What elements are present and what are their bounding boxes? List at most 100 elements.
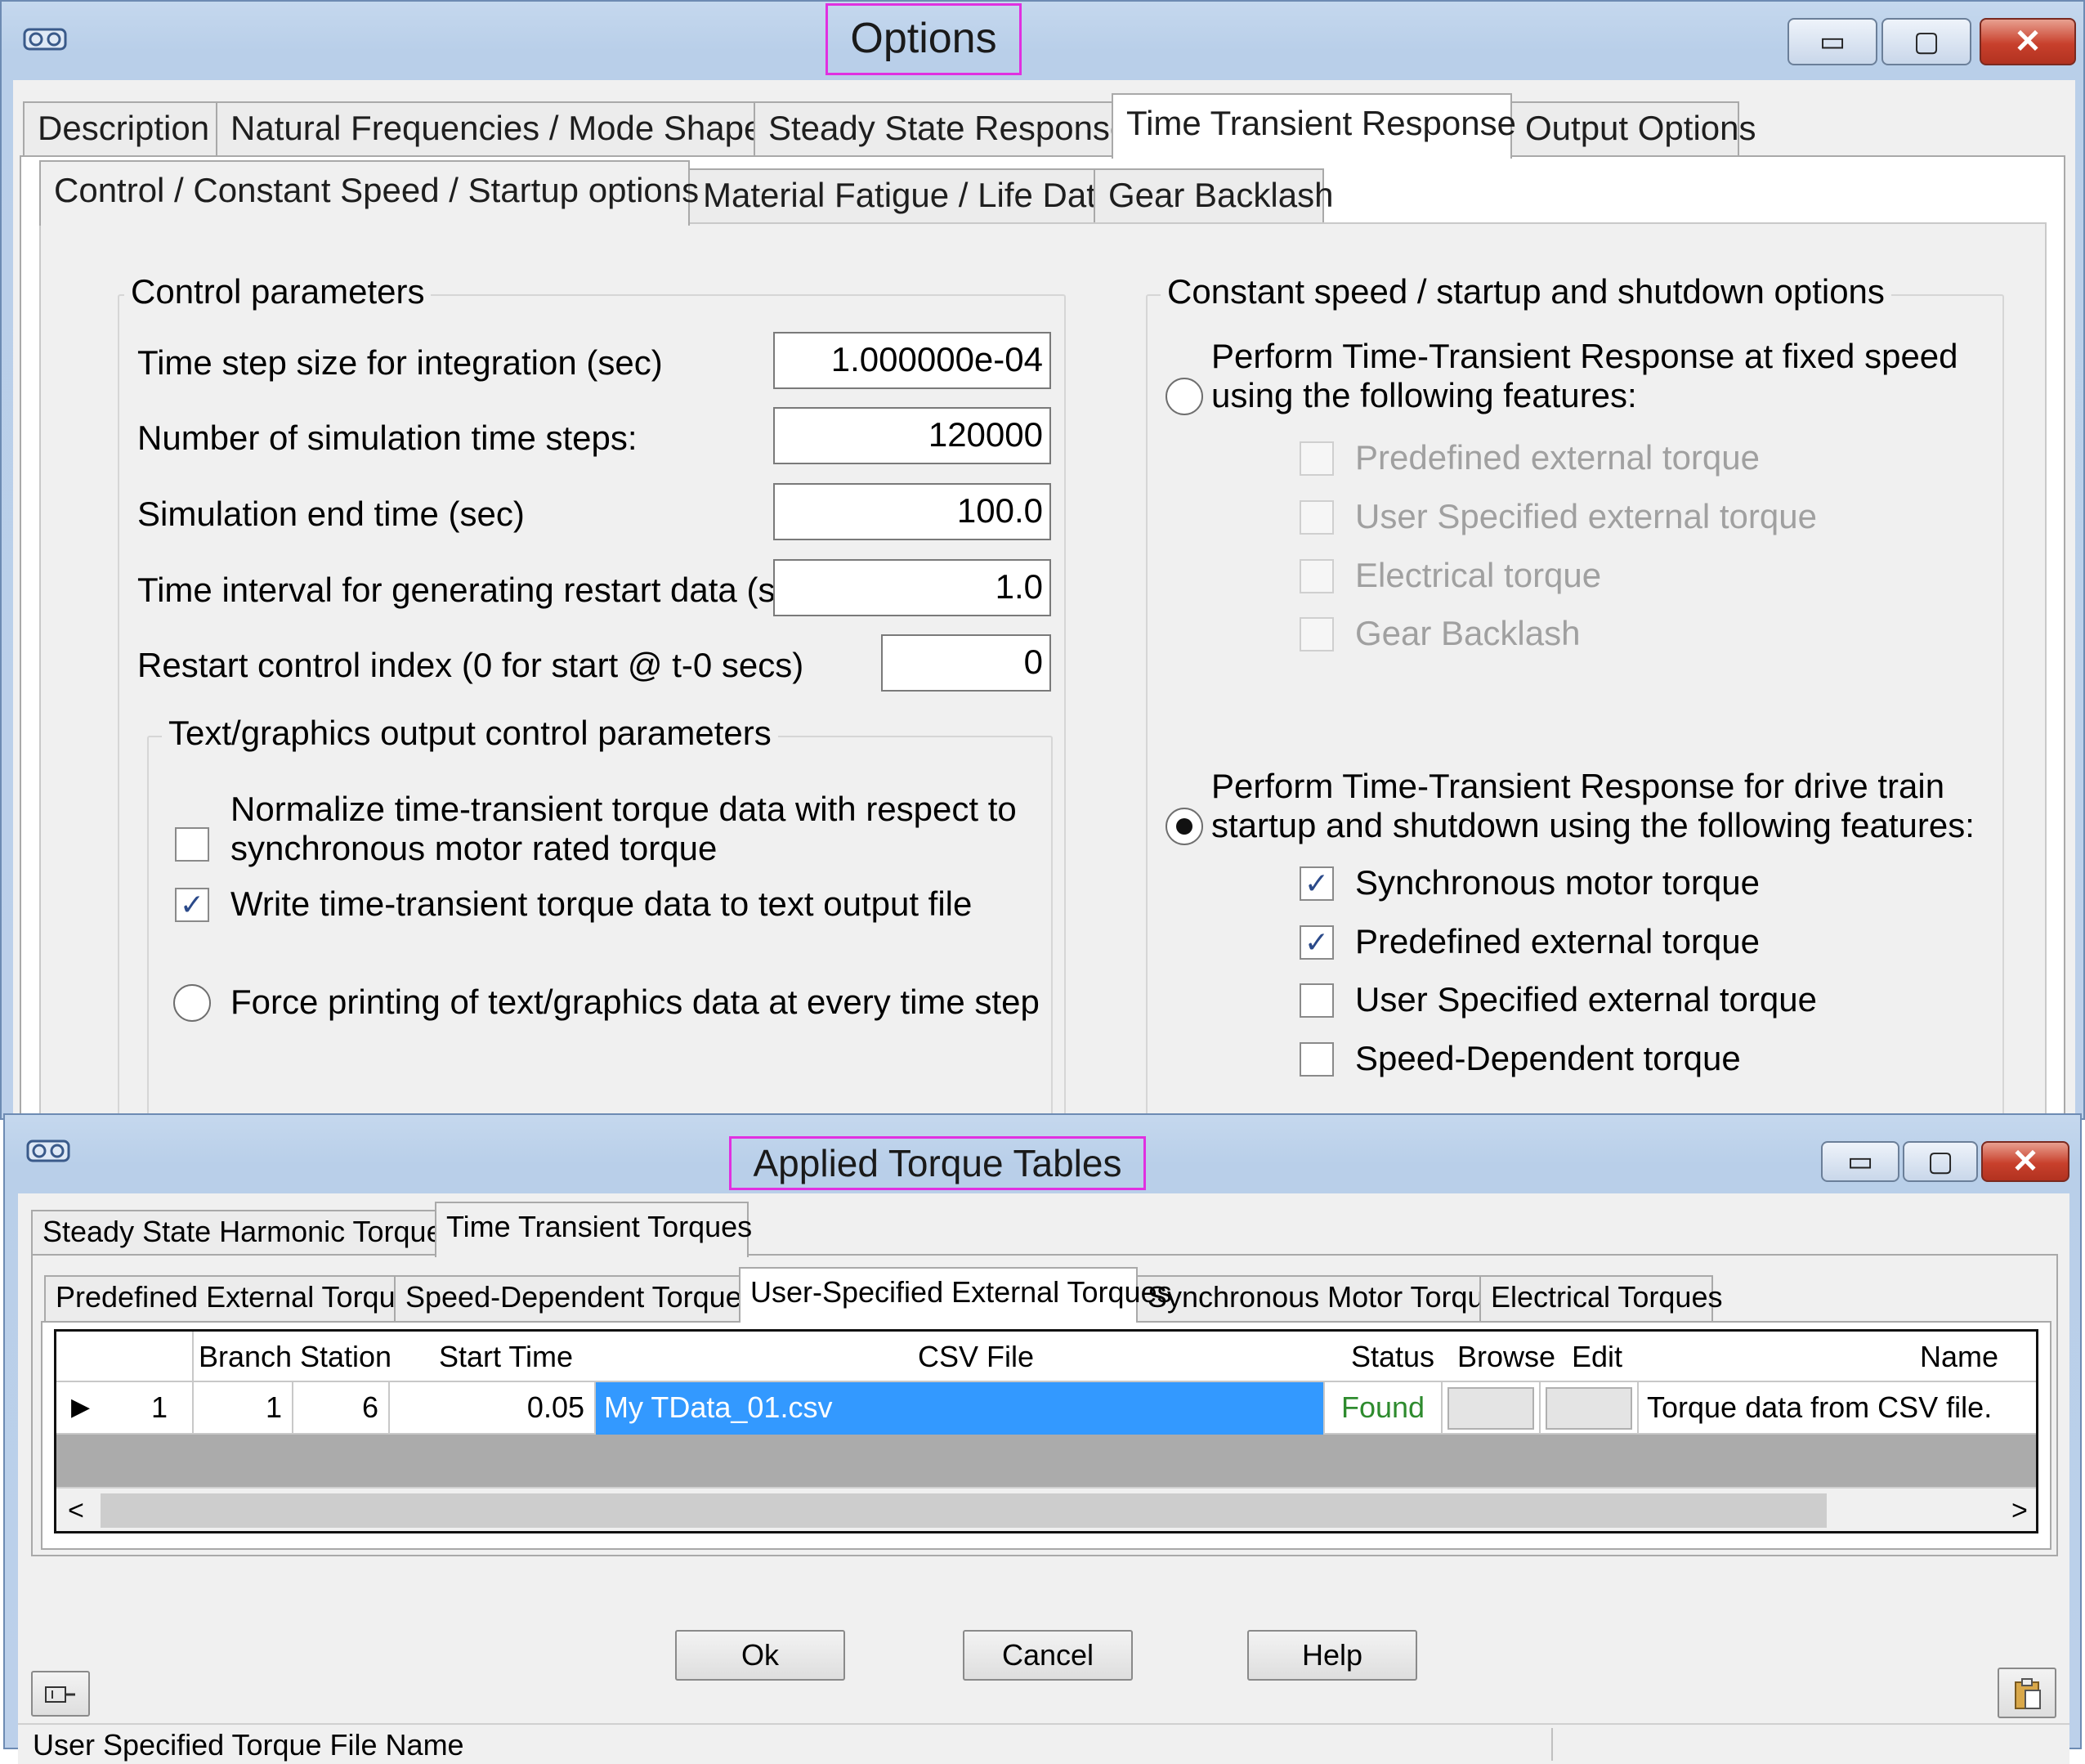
close-button[interactable]: ✕ [1980,18,2076,65]
scroll-right-icon[interactable]: > [2011,1495,2028,1527]
col-station[interactable]: Station [300,1332,391,1382]
tab-steady-state-harmonic[interactable]: Steady State Harmonic Torques [31,1210,458,1256]
col-csv-file[interactable]: CSV File [918,1332,1034,1382]
minimize-button[interactable]: ▭ [1787,18,1877,65]
table-row[interactable]: ▶ 1 1 6 0.05 My TData_01.csv Found Torqu… [56,1382,2036,1435]
subtab-electrical[interactable]: Electrical Torques [1479,1275,1722,1321]
startup-label-1: Perform Time-Transient Response for driv… [1211,767,1945,805]
cancel-button[interactable]: Cancel [963,1630,1133,1681]
fixed-electrical-label: Electrical torque [1355,556,1602,594]
ok-button[interactable]: Ok [675,1630,845,1681]
maximize-button[interactable]: ▢ [1881,18,1971,65]
num-steps-label: Number of simulation time steps: [137,419,638,457]
browse-cell [1443,1382,1541,1435]
torque-grid[interactable]: Branch Station Start Time CSV File Statu… [54,1329,2038,1533]
col-status[interactable]: Status [1351,1332,1434,1382]
restart-index-label: Restart control index (0 for start @ t-0… [137,646,804,684]
force-printing-radio[interactable] [173,984,211,1022]
scroll-left-icon[interactable]: < [68,1495,84,1527]
minimize-button[interactable]: ▭ [1821,1141,1899,1182]
col-edit[interactable]: Edit [1572,1332,1622,1382]
subtab-gear-backlash[interactable]: Gear Backlash [1094,168,1333,222]
window-title: Options [825,3,1022,75]
user-specified-subpanel: Branch Station Start Time CSV File Statu… [41,1321,2051,1550]
time-transient-panel: Control / Constant Speed / Startup optio… [20,155,2065,1128]
browse-button[interactable] [1447,1387,1534,1430]
fixed-gear-backlash-label: Gear Backlash [1355,614,1581,652]
paste-button[interactable] [1998,1668,2056,1718]
startup-label-2: startup and shutdown using the following… [1211,806,1975,844]
time-step-input[interactable]: 1.000000e-04 [773,332,1051,389]
help-button[interactable]: Help [1247,1630,1417,1681]
predefined-torque-checkbox[interactable]: ✓ [1300,925,1334,960]
restart-interval-label: Time interval for generating restart dat… [137,571,823,609]
close-icon: ✕ [2011,1144,2039,1180]
app-gear-icon [23,1135,74,1167]
edit-button[interactable] [1546,1387,1632,1430]
fixed-electrical-checkbox[interactable] [1300,559,1334,593]
tab-natural-frequencies[interactable]: Natural Frequencies / Mode Shapes [216,101,780,155]
app-gear-icon [20,23,70,56]
write-text-label: Write time-transient torque data to text… [230,884,973,923]
torque-window: Applied Torque Tables ▭ ▢ ✕ Steady State… [3,1113,2082,1764]
fixed-speed-radio[interactable] [1166,378,1203,415]
col-name[interactable]: Name [1920,1332,1998,1382]
tab-output-options[interactable]: Output Options [1510,101,1756,155]
horizontal-scrollbar[interactable]: < > [56,1487,2036,1531]
fixed-user-specified-checkbox[interactable] [1300,500,1334,535]
branch-cell[interactable]: 1 [194,1382,293,1435]
name-cell[interactable]: Torque data from CSV file. [1639,1382,2036,1435]
write-text-checkbox[interactable]: ✓ [175,888,209,922]
force-printing-label: Force printing of text/graphics data at … [230,983,1040,1021]
sync-motor-checkbox[interactable]: ✓ [1300,866,1334,901]
window-title: Applied Torque Tables [729,1136,1146,1190]
speed-dependent-label: Speed-Dependent torque [1355,1039,1741,1077]
scroll-thumb[interactable] [101,1493,1827,1528]
minimize-icon: ▭ [1846,1146,1874,1177]
fixed-speed-label-2: using the following features: [1211,376,1637,414]
col-browse[interactable]: Browse [1457,1332,1555,1382]
fixed-user-specified-label: User Specified external torque [1355,497,1817,535]
status-cell: Found [1325,1382,1443,1435]
end-time-input[interactable]: 100.0 [773,483,1051,540]
maximize-button[interactable]: ▢ [1903,1141,1978,1182]
station-cell[interactable]: 6 [293,1382,390,1435]
subtab-speed-dependent[interactable]: Speed-Dependent Torques [394,1275,757,1321]
restart-index-input[interactable]: 0 [881,634,1051,692]
fixed-predefined-label: Predefined external torque [1355,438,1760,477]
subtab-user-specified[interactable]: User-Specified External Torques [739,1267,1172,1323]
startup-radio[interactable] [1166,808,1203,845]
num-steps-input[interactable]: 120000 [773,407,1051,464]
time-step-label: Time step size for integration (sec) [137,343,663,382]
output-control-label: Text/graphics output control parameters [162,713,778,754]
subtab-synchronous-motor[interactable]: Synchronous Motor Torques [1136,1275,1515,1321]
col-start-time[interactable]: Start Time [439,1332,573,1382]
subtab-material-fatigue[interactable]: Material Fatigue / Life Data [688,168,1115,222]
status-text: User Specified Torque File Name [33,1728,464,1762]
status-separator [1551,1728,1553,1761]
tab-description[interactable]: Description [23,101,217,155]
edit-cell [1541,1382,1639,1435]
user-specified-checkbox[interactable] [1300,983,1334,1018]
restart-interval-input[interactable]: 1.0 [773,559,1051,616]
normalize-checkbox[interactable] [175,827,209,862]
row-header-cell[interactable]: ▶ 1 [56,1382,194,1435]
torque-client: Steady State Harmonic Torques Time Trans… [18,1193,2069,1764]
csv-file-cell[interactable]: My TData_01.csv [596,1382,1325,1435]
maximize-icon: ▢ [1913,26,1940,57]
fixed-gear-backlash-checkbox[interactable] [1300,617,1334,651]
subtab-predefined[interactable]: Predefined External Torques [44,1275,427,1321]
radio-selected-dot [1176,818,1192,835]
tab-time-transient-torques[interactable]: Time Transient Torques [435,1202,752,1257]
fixed-speed-label-1: Perform Time-Transient Response at fixed… [1211,337,1958,375]
fixed-predefined-checkbox[interactable] [1300,441,1334,476]
start-time-cell[interactable]: 0.05 [390,1382,596,1435]
pin-button[interactable] [31,1671,90,1717]
end-time-label: Simulation end time (sec) [137,495,525,533]
tab-steady-state[interactable]: Steady State Response [754,101,1129,155]
tab-time-transient[interactable]: Time Transient Response [1112,93,1516,159]
col-branch[interactable]: Branch [199,1332,292,1382]
subtab-control[interactable]: Control / Constant Speed / Startup optio… [39,160,699,226]
speed-dependent-checkbox[interactable] [1300,1042,1334,1077]
close-button[interactable]: ✕ [1981,1141,2069,1182]
